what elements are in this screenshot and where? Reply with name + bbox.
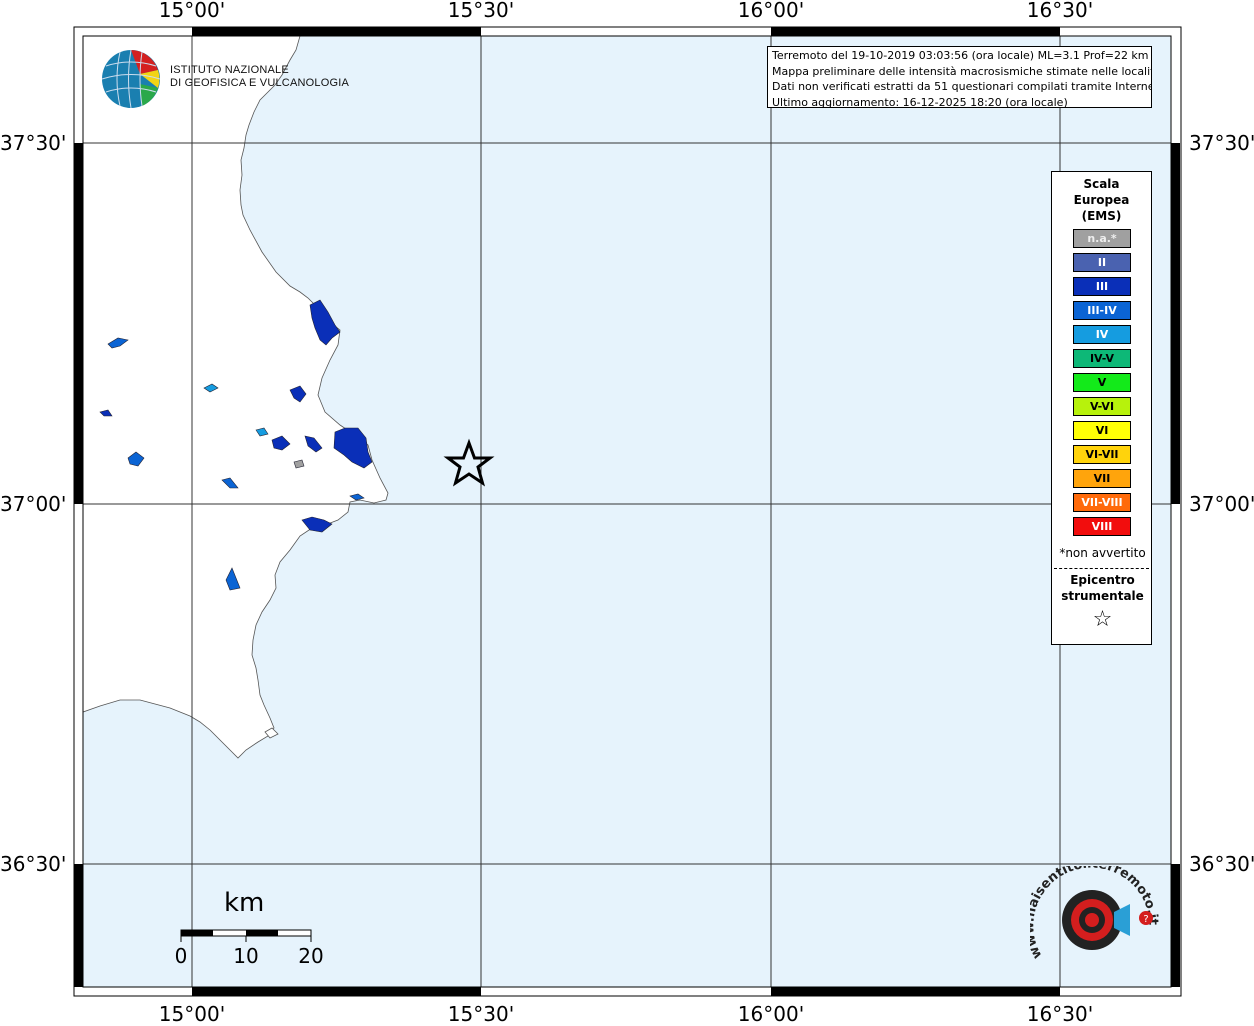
legend-title-line3: (EMS) xyxy=(1081,209,1122,223)
lon-tick-bottom-1: 15°00' xyxy=(158,1002,226,1026)
legend-item-iii: III xyxy=(1073,277,1131,296)
legend-separator xyxy=(1054,568,1149,569)
lat-tick-right-2: 37°00' xyxy=(1189,492,1254,516)
ingv-name-line2: DI GEOFISICA E VULCANOLOGIA xyxy=(170,77,349,89)
legend-item-iii-iv: III-IV xyxy=(1073,301,1131,320)
legend-note: *non avvertito xyxy=(1059,546,1146,560)
legend-star-icon: ☆ xyxy=(1092,607,1113,632)
legend-item-ii: II xyxy=(1073,253,1131,272)
legend-item-vii-viii: VII-VIII xyxy=(1073,493,1131,512)
svg-text:?: ? xyxy=(1143,914,1148,925)
lon-tick-bottom-2: 15°30' xyxy=(447,1002,515,1026)
legend-epicenter-line1: Epicentro xyxy=(1070,573,1135,587)
haisentito-logo[interactable]: www.haisentitoilterremoto.it ? xyxy=(1022,856,1160,976)
legend-item-v-vi: V-VI xyxy=(1073,397,1131,416)
legend-item-vi: VI xyxy=(1073,421,1131,440)
lat-tick-right-3: 36°30' xyxy=(1189,852,1254,876)
lat-tick-left-2: 37°00' xyxy=(0,492,67,516)
event-info-line4: Ultimo aggiornamento: 16-12-2025 18:20 (… xyxy=(772,95,1068,108)
legend-item-vii: VII xyxy=(1073,469,1131,488)
event-info-line1: Terremoto del 19-10-2019 03:03:56 (ora l… xyxy=(772,49,1149,62)
legend-title-line2: Europea xyxy=(1073,193,1130,207)
legend-epicenter-line2: strumentale xyxy=(1061,589,1144,603)
legend-item-iv: IV xyxy=(1073,325,1131,344)
ingv-name-line1: ISTITUTO NAZIONALE xyxy=(170,64,289,76)
ingv-name: ISTITUTO NAZIONALE DI GEOFISICA E VULCAN… xyxy=(170,64,349,90)
lon-tick-bottom-3: 16°00' xyxy=(737,1002,805,1026)
ingv-globe-icon xyxy=(101,49,161,109)
lat-tick-right-1: 37°30' xyxy=(1189,131,1254,155)
lon-tick-bottom-4: 16°30' xyxy=(1026,1002,1094,1026)
legend-item-iv-v: IV-V xyxy=(1073,349,1131,368)
scalebar-label-0: 0 xyxy=(174,944,188,968)
lon-tick-top-1: 15°00' xyxy=(158,0,226,22)
legend-item-vi-vii: VI-VII xyxy=(1073,445,1131,464)
scalebar-label-20: 20 xyxy=(298,944,324,968)
event-info-line2: Mappa preliminare delle intensità macros… xyxy=(772,64,1152,78)
scalebar-unit: km xyxy=(224,888,265,918)
legend-item-viii: VIII xyxy=(1073,517,1131,536)
lat-tick-left-3: 36°30' xyxy=(0,852,67,876)
lon-tick-top-3: 16°00' xyxy=(737,0,805,22)
legend-item-v: V xyxy=(1073,373,1131,392)
scalebar-label-10: 10 xyxy=(233,944,259,968)
intensity-legend: Scala Europea (EMS) n.a.* II III III-IV IV IV… xyxy=(1051,171,1152,645)
legend-title: Scala Europea (EMS) xyxy=(1052,176,1151,224)
lon-tick-top-2: 15°30' xyxy=(447,0,515,22)
legend-item-n-a: n.a.* xyxy=(1073,229,1131,248)
legend-title-line1: Scala xyxy=(1083,177,1120,191)
lon-tick-top-4: 16°30' xyxy=(1026,0,1094,22)
lat-tick-left-1: 37°30' xyxy=(0,131,67,155)
event-info-line3: Dati non verificati estratti da 51 quest… xyxy=(772,80,1152,93)
event-info-box: Terremoto del 19-10-2019 03:03:56 (ora l… xyxy=(767,46,1152,108)
legend-epicenter-label: Epicentro strumentale xyxy=(1052,572,1153,604)
